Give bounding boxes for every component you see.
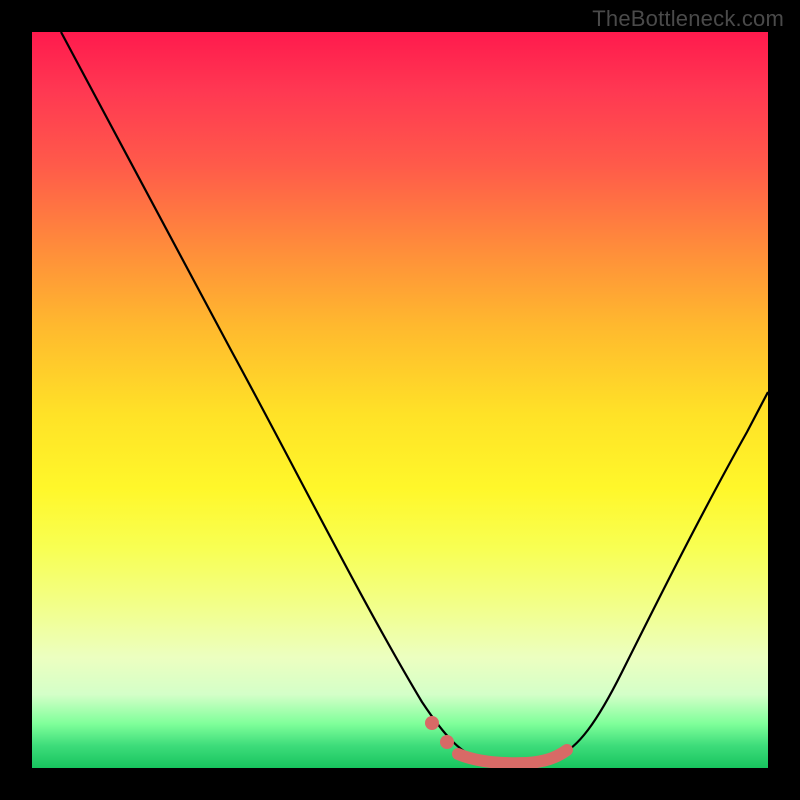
highlight-segment [458,750,567,763]
watermark-text: TheBottleneck.com [592,6,784,32]
highlight-dot [440,735,454,749]
highlight-region [425,716,567,763]
highlight-dot [425,716,439,730]
plot-svg [32,32,768,768]
bottleneck-curve [61,32,768,762]
plot-area [32,32,768,768]
chart-frame: TheBottleneck.com [0,0,800,800]
